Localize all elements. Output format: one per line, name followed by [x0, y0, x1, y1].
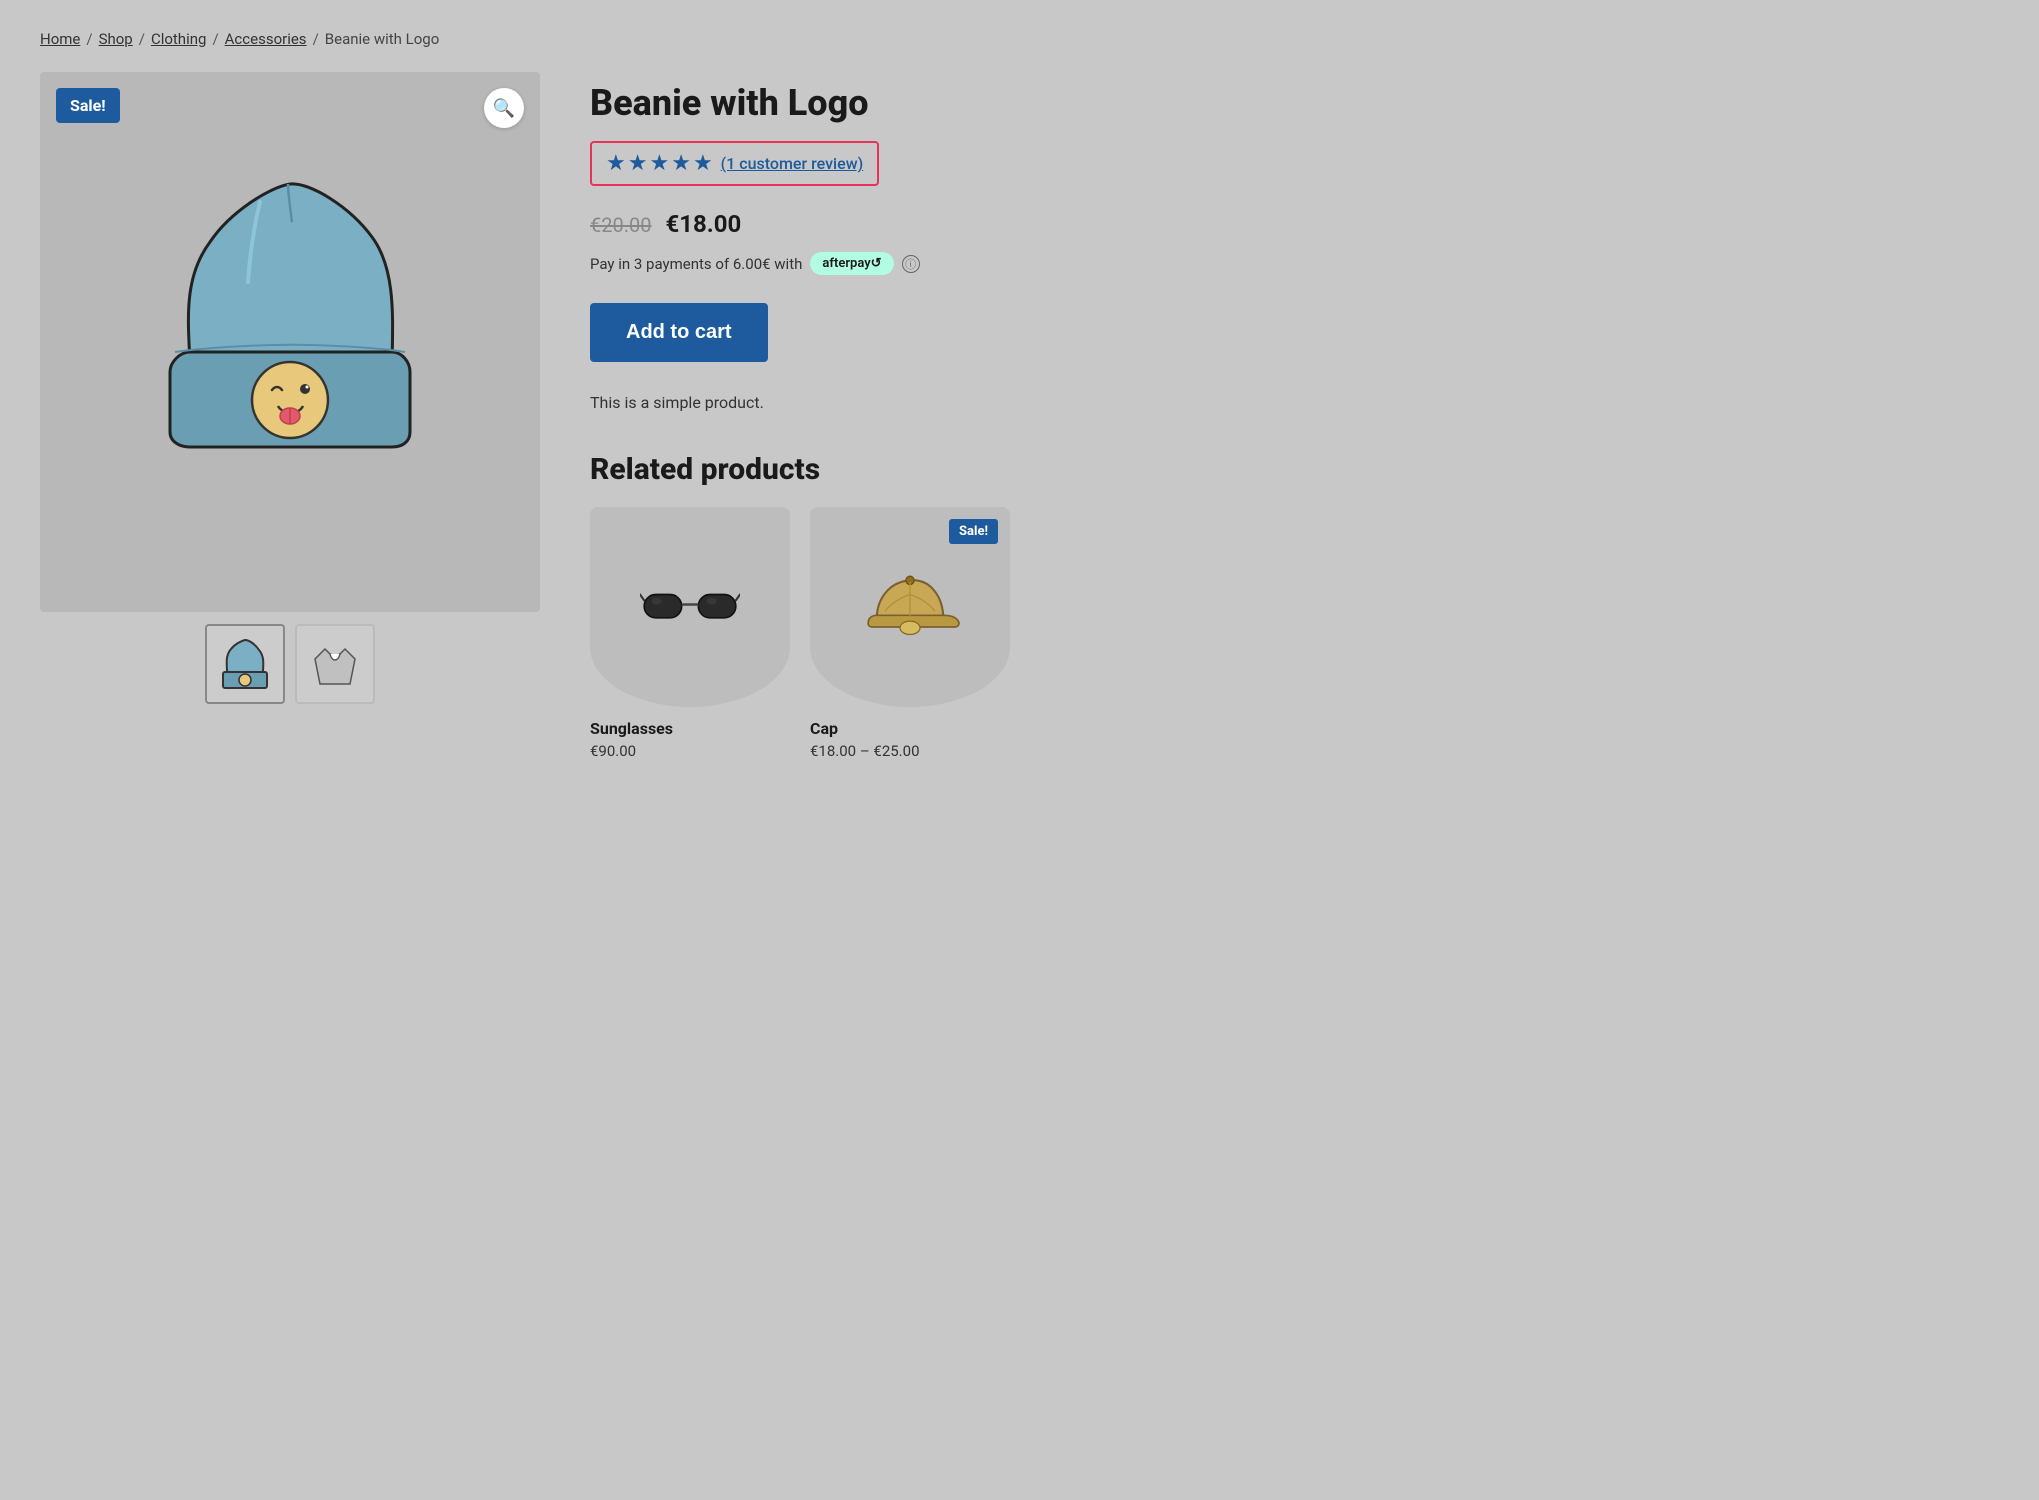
- new-price: €18.00: [665, 210, 741, 238]
- rating-box: ★ ★ ★ ★ ★ (1 customer review): [590, 141, 879, 186]
- star-rating: ★ ★ ★ ★ ★: [606, 151, 713, 176]
- related-product-cap[interactable]: Sale!: [810, 507, 1010, 760]
- beanie-svg: [130, 152, 450, 532]
- cap-sale-badge: Sale!: [949, 519, 998, 544]
- related-products-list: Sunglasses €90.00 Sale!: [590, 507, 1999, 760]
- zoom-button[interactable]: 🔍: [484, 88, 524, 128]
- sale-badge: Sale!: [56, 88, 120, 123]
- related-product-sunglasses[interactable]: Sunglasses €90.00: [590, 507, 790, 760]
- thumbnail-1[interactable]: [205, 624, 285, 704]
- main-product-image: Sale! 🔍: [40, 72, 540, 612]
- star-1: ★: [606, 151, 626, 176]
- sunglasses-image: [590, 507, 790, 707]
- thumbnail-2[interactable]: [295, 624, 375, 704]
- product-title: Beanie with Logo: [590, 82, 1999, 125]
- sunglasses-price: €90.00: [590, 742, 790, 760]
- sunglasses-name: Sunglasses: [590, 719, 790, 738]
- star-4: ★: [671, 151, 691, 176]
- product-layout: Sale! 🔍: [40, 72, 1999, 760]
- star-2: ★: [628, 151, 648, 176]
- review-link[interactable]: (1 customer review): [721, 154, 864, 173]
- cap-name: Cap: [810, 719, 1010, 738]
- star-3: ★: [649, 151, 669, 176]
- thumbnail-list: [40, 624, 540, 704]
- star-5: ★: [693, 151, 713, 176]
- afterpay-section: Pay in 3 payments of 6.00€ with afterpay…: [590, 252, 1999, 275]
- breadcrumb-shop[interactable]: Shop: [99, 30, 133, 48]
- afterpay-text: Pay in 3 payments of 6.00€ with: [590, 255, 802, 273]
- related-products-title: Related products: [590, 452, 1999, 487]
- afterpay-logo: afterpay↺: [822, 256, 881, 271]
- cap-image: Sale!: [810, 507, 1010, 707]
- add-to-cart-button[interactable]: Add to cart: [590, 303, 768, 362]
- cap-price: €18.00 – €25.00: [810, 742, 1010, 760]
- breadcrumb-current: Beanie with Logo: [325, 30, 440, 48]
- product-info: Beanie with Logo ★ ★ ★ ★ ★ (1 customer r…: [590, 72, 1999, 760]
- old-price: €20.00: [590, 213, 651, 237]
- breadcrumb-accessories[interactable]: Accessories: [225, 30, 307, 48]
- afterpay-badge[interactable]: afterpay↺: [810, 252, 893, 275]
- breadcrumb: Home / Shop / Clothing / Accessories / B…: [40, 30, 1999, 48]
- afterpay-info-icon[interactable]: ⓘ: [902, 255, 920, 273]
- product-description: This is a simple product.: [590, 390, 1999, 416]
- product-gallery: Sale! 🔍: [40, 72, 540, 704]
- breadcrumb-clothing[interactable]: Clothing: [151, 30, 207, 48]
- zoom-icon: 🔍: [493, 98, 515, 119]
- breadcrumb-home[interactable]: Home: [40, 30, 80, 48]
- price-section: €20.00 €18.00: [590, 210, 1999, 238]
